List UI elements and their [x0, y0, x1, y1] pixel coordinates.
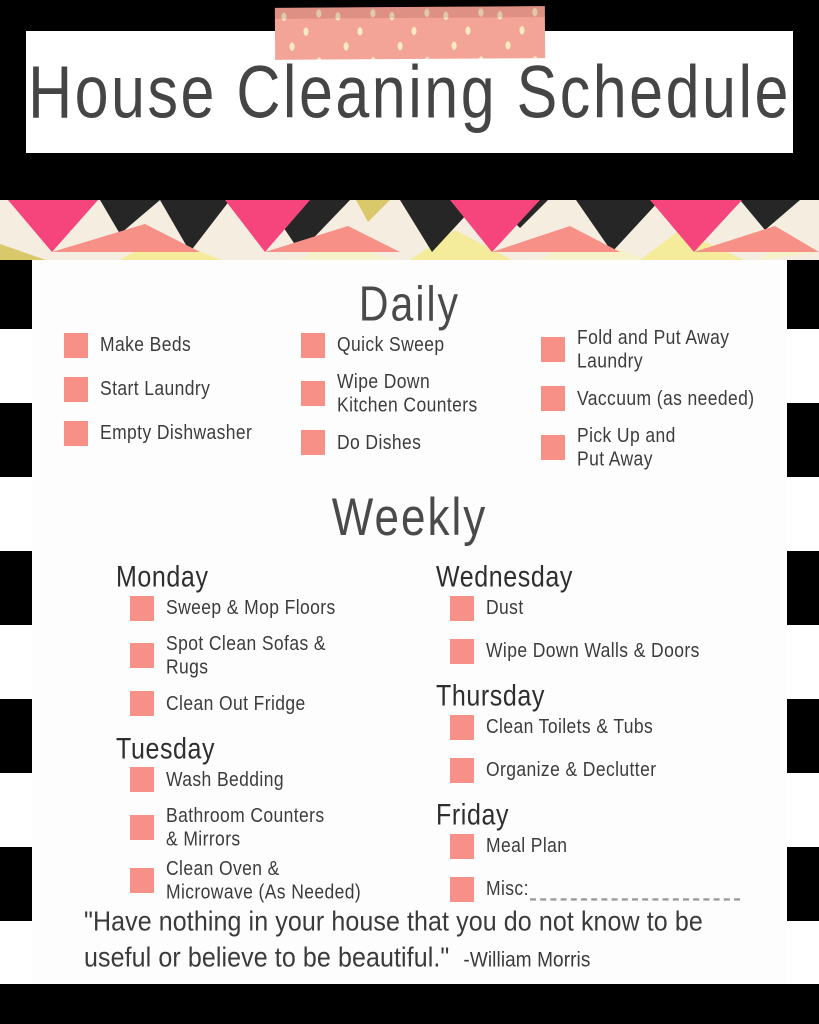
checkbox-icon[interactable] [541, 435, 565, 461]
task-row[interactable]: Clean Out Fridge [130, 689, 372, 719]
task-label: Bathroom Counters & Mirrors [166, 803, 325, 850]
checkbox-icon[interactable] [450, 876, 474, 902]
weekly-column-right: Wednesday Dust Wipe Down Walls & Doors T… [372, 560, 772, 917]
task-label: Meal Plan [486, 833, 568, 857]
task-row[interactable]: Empty Dishwasher [64, 418, 301, 448]
task-label: Wipe Down Walls & Doors [486, 638, 700, 662]
task-row[interactable]: Spot Clean Sofas & Rugs [130, 631, 372, 678]
task-row[interactable]: Pick Up and Put Away [541, 423, 801, 470]
task-row[interactable]: Fold and Put Away Laundry [541, 325, 801, 372]
frame-mid-band [0, 183, 819, 200]
checkbox-icon[interactable] [64, 420, 88, 446]
checkbox-icon[interactable] [450, 595, 474, 621]
weekly-task-grid: Monday Sweep & Mop Floors Spot Clean Sof… [32, 560, 787, 917]
checkbox-icon[interactable] [130, 868, 154, 894]
checkbox-icon[interactable] [64, 376, 88, 402]
quote-block: "Have nothing in your house that you do … [56, 904, 763, 973]
day-heading-tuesday: Tuesday [116, 731, 216, 766]
checkbox-icon[interactable] [64, 332, 88, 358]
daily-column-1: Make Beds Start Laundry Empty Dishwasher [46, 330, 301, 482]
task-label: Start Laundry [100, 376, 211, 400]
day-block-wednesday: Wednesday Dust Wipe Down Walls & Doors [436, 560, 772, 666]
content-sheet: Daily Make Beds Start Laundry Empty Dish… [32, 260, 787, 984]
section-heading-weekly: Weekly [331, 488, 488, 547]
task-row[interactable]: Wash Bedding [130, 765, 372, 795]
daily-column-3: Fold and Put Away Laundry Vaccuum (as ne… [541, 325, 801, 482]
task-label: Dust [486, 595, 524, 619]
task-label: Clean Oven & Microwave (As Needed) [166, 856, 362, 903]
task-label: Clean Out Fridge [166, 691, 306, 715]
washi-tape-decoration [274, 6, 546, 60]
section-heading-daily: Daily [358, 276, 461, 332]
checkbox-icon[interactable] [130, 595, 154, 621]
task-row[interactable]: Meal Plan [450, 831, 772, 861]
weekly-column-left: Monday Sweep & Mop Floors Spot Clean Sof… [32, 560, 372, 917]
task-label: Sweep & Mop Floors [166, 595, 336, 619]
checkbox-icon[interactable] [450, 833, 474, 859]
checkbox-icon[interactable] [450, 757, 474, 783]
day-heading-wednesday: Wednesday [436, 560, 573, 594]
task-label: Quick Sweep [337, 332, 445, 356]
task-label: Empty Dishwasher [100, 420, 253, 444]
checkbox-icon[interactable] [301, 332, 325, 358]
printable-page: House Cleaning Schedule Daily Make Beds … [0, 0, 819, 1024]
washi-tape-shadow [274, 6, 545, 19]
task-row[interactable]: Vaccuum (as needed) [541, 384, 801, 414]
checkbox-icon[interactable] [130, 815, 154, 841]
page-title: House Cleaning Schedule [28, 50, 791, 134]
task-row[interactable]: Start Laundry [64, 374, 301, 404]
misc-write-in-line[interactable] [529, 887, 740, 901]
daily-task-grid: Make Beds Start Laundry Empty Dishwasher… [46, 326, 777, 482]
task-row[interactable]: Organize & Declutter [450, 755, 772, 785]
task-row[interactable]: Sweep & Mop Floors [130, 593, 372, 623]
frame-dashed-rail-left [0, 255, 32, 984]
day-block-friday: Friday Meal Plan Misc: [436, 798, 772, 904]
task-row[interactable]: Wipe Down Kitchen Counters [301, 369, 541, 416]
task-row[interactable]: Bathroom Counters & Mirrors [130, 803, 372, 850]
day-heading-friday: Friday [436, 798, 510, 832]
triangle-banner-svg [0, 200, 819, 260]
checkbox-icon[interactable] [450, 638, 474, 664]
task-row[interactable]: Wipe Down Walls & Doors [450, 636, 772, 666]
day-heading-thursday: Thursday [436, 679, 546, 713]
triangle-banner-decoration [0, 200, 819, 260]
task-label: Vaccuum (as needed) [577, 386, 755, 410]
task-row[interactable]: Make Beds [64, 330, 301, 360]
task-label: Clean Toilets & Tubs [486, 714, 654, 738]
checkbox-icon[interactable] [130, 691, 154, 717]
checkbox-icon[interactable] [301, 430, 325, 456]
task-label: Organize & Declutter [486, 757, 657, 781]
checkbox-icon[interactable] [130, 643, 154, 669]
frame-bottom-band [0, 984, 819, 1024]
task-label: Spot Clean Sofas & Rugs [166, 631, 326, 678]
checkbox-icon[interactable] [130, 767, 154, 793]
task-label-misc: Misc: [486, 876, 740, 901]
quote-attribution: -William Morris [463, 949, 591, 973]
checkbox-icon[interactable] [541, 386, 565, 412]
day-block-monday: Monday Sweep & Mop Floors Spot Clean Sof… [116, 560, 372, 719]
checkbox-icon[interactable] [450, 714, 474, 740]
checkbox-icon[interactable] [301, 381, 325, 407]
task-label: Wash Bedding [166, 767, 284, 791]
day-block-thursday: Thursday Clean Toilets & Tubs Organize &… [436, 679, 772, 785]
misc-label: Misc: [486, 876, 529, 900]
task-row[interactable]: Do Dishes [301, 428, 541, 458]
task-label: Fold and Put Away Laundry [577, 325, 730, 372]
task-label: Make Beds [100, 332, 192, 356]
quote-body: "Have nothing in your house that you do … [84, 906, 703, 974]
day-heading-monday: Monday [116, 560, 209, 594]
daily-column-2: Quick Sweep Wipe Down Kitchen Counters D… [301, 330, 541, 482]
task-row[interactable]: Dust [450, 593, 772, 623]
checkbox-icon[interactable] [541, 337, 565, 363]
task-label: Wipe Down Kitchen Counters [337, 369, 478, 416]
task-row[interactable]: Quick Sweep [301, 330, 541, 360]
task-row[interactable]: Clean Oven & Microwave (As Needed) [130, 856, 372, 903]
task-label: Pick Up and Put Away [577, 423, 676, 470]
task-row[interactable]: Clean Toilets & Tubs [450, 712, 772, 742]
task-row-misc[interactable]: Misc: [450, 874, 772, 904]
day-block-tuesday: Tuesday Wash Bedding Bathroom Counters &… [116, 731, 372, 903]
task-label: Do Dishes [337, 430, 422, 454]
quote-text: "Have nothing in your house that you do … [84, 904, 763, 977]
